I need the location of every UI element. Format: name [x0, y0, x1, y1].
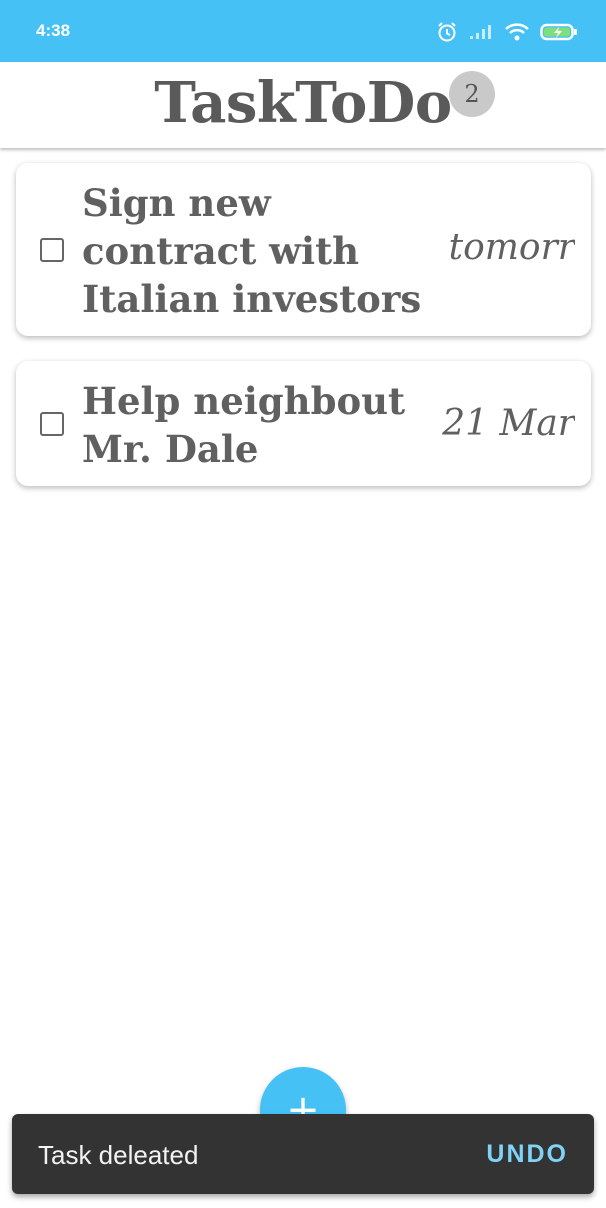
undo-button[interactable]: UNDO	[486, 1140, 568, 1169]
task-checkbox[interactable]	[40, 238, 64, 262]
task-title: Sign new contract with Italian investors	[82, 181, 422, 321]
task-date: 21 Mar	[442, 403, 575, 444]
battery-charging-icon	[540, 22, 578, 42]
status-icons	[436, 18, 578, 46]
task-date: tomorr	[448, 227, 575, 268]
snackbar-message: Task deleated	[38, 1140, 199, 1170]
alarm-icon	[436, 21, 458, 43]
task-card[interactable]: Help neighbout Mr. Dale 21 Mar	[16, 361, 591, 486]
app-header: TaskToDo 2	[0, 62, 606, 148]
status-time: 4:38	[36, 21, 71, 40]
snackbar: Task deleated UNDO	[12, 1114, 594, 1194]
status-bar: 4:38	[0, 0, 606, 62]
task-card[interactable]: Sign new contract with Italian investors…	[16, 163, 591, 336]
task-count-badge: 2	[449, 71, 495, 117]
task-list: Sign new contract with Italian investors…	[16, 163, 591, 511]
app-title: TaskToDo	[154, 70, 452, 136]
signal-icon	[468, 23, 494, 41]
task-checkbox[interactable]	[40, 412, 64, 436]
task-title: Help neighbout Mr. Dale	[82, 379, 406, 471]
wifi-icon	[504, 22, 530, 42]
